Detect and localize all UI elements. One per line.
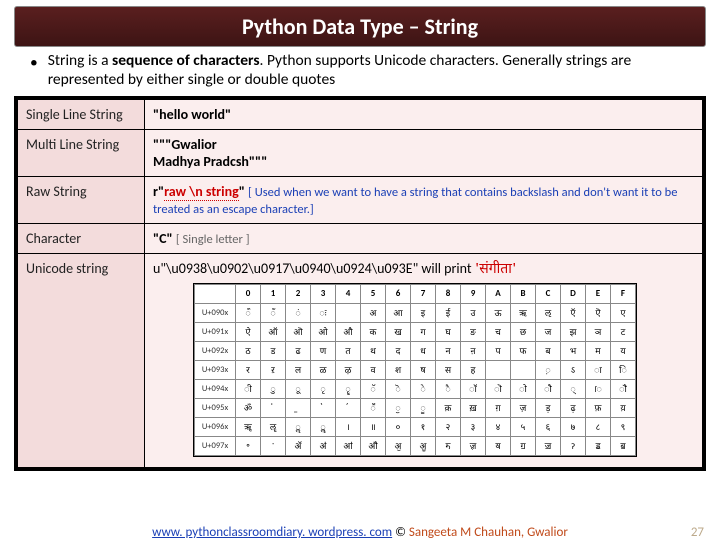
unicode-chart: 0123456789ABCDEFU+090xऀँंःअआइईउऊऋऌऍऎएU+0…: [193, 283, 637, 457]
footer-author: Sangeeta M Chauhan, Gwalior: [409, 525, 568, 540]
string-types-table: Single Line String "hello world" Multi L…: [14, 96, 706, 471]
row-label: Multi Line String: [18, 129, 145, 176]
bullet-icon: •: [30, 53, 38, 90]
row-label: Unicode string: [18, 253, 145, 467]
bullet-text: • String is a sequence of characters. Py…: [30, 51, 690, 90]
bullet-lead: String is a: [48, 51, 112, 70]
table-row: Character "C" [ Single letter ]: [18, 223, 703, 253]
table-row: Unicode string u"\u0938\u0902\u0917\u094…: [18, 253, 703, 467]
row-value: r"raw \n string" [ Used when we want to …: [145, 176, 703, 223]
row-value: u"\u0938\u0902\u0917\u0940\u0924\u093E" …: [145, 253, 703, 467]
row-label: Single Line String: [18, 99, 145, 129]
page-number: 27: [691, 525, 704, 540]
row-value: "C" [ Single letter ]: [145, 223, 703, 253]
row-value: "hello world": [145, 99, 703, 129]
table-row: Multi Line String """Gwalior Madhya Prad…: [18, 129, 703, 176]
table-row: Single Line String "hello world": [18, 99, 703, 129]
hindi-output: 'संगीता': [475, 260, 517, 279]
row-label: Raw String: [18, 176, 145, 223]
table-row: Raw String r"raw \n string" [ Used when …: [18, 176, 703, 223]
row-label: Character: [18, 223, 145, 253]
footer: www. pythonclassroomdiary. wordpress. co…: [0, 525, 720, 540]
slide-title: Python Data Type – String: [14, 6, 706, 47]
footer-link: www. pythonclassroomdiary. wordpress. co…: [152, 525, 392, 540]
unicode-code: u"\u0938\u0902\u0917\u0940\u0924\u093E": [153, 260, 418, 277]
character-note: [ Single letter ]: [176, 232, 250, 247]
row-value: """Gwalior Madhya Pradcsh""": [145, 129, 703, 176]
bullet-bold: sequence of characters: [112, 51, 260, 70]
